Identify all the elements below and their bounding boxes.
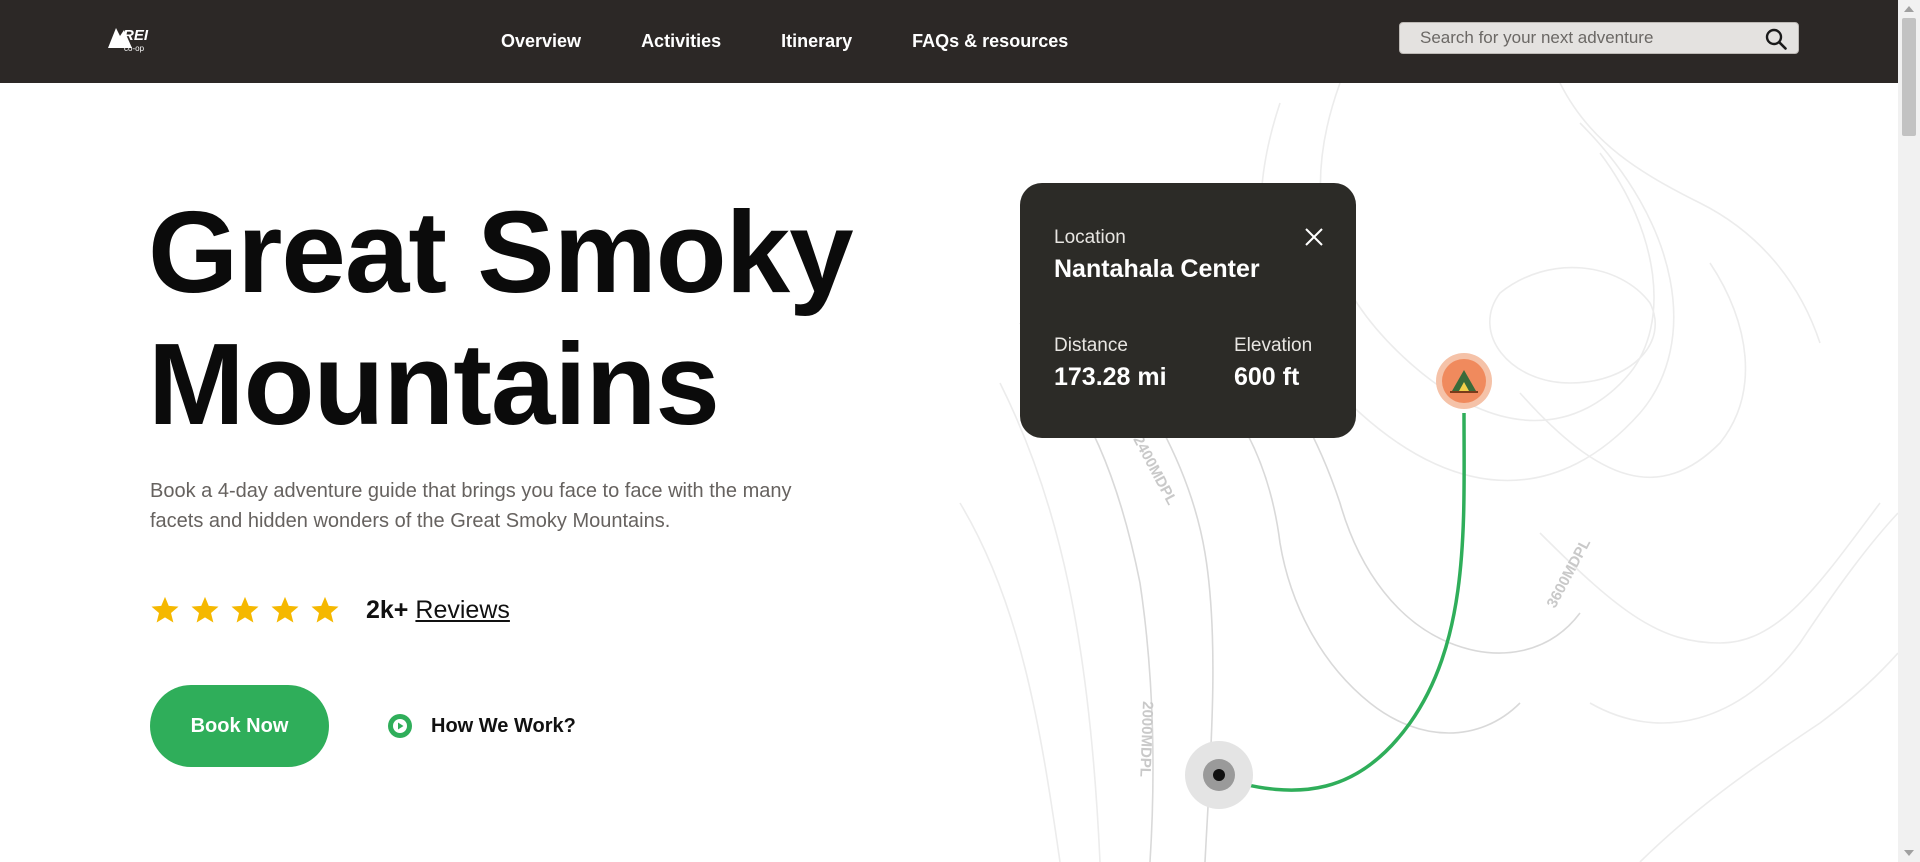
page-title-line-1: Great Smoky: [148, 187, 854, 317]
top-navigation-bar: REI co-op Overview Activities Itinerary …: [0, 0, 1898, 83]
star-icon: [191, 596, 219, 623]
star-icon: [231, 596, 259, 623]
nav-overview[interactable]: Overview: [501, 31, 581, 52]
svg-text:REI: REI: [123, 27, 149, 44]
rei-logo[interactable]: REI co-op: [106, 22, 158, 54]
scroll-down-arrow[interactable]: [1904, 850, 1914, 856]
reviews-count: 2k+: [366, 595, 409, 624]
page-scrollbar[interactable]: [1898, 0, 1920, 862]
page-title-line-2: Mountains: [148, 319, 720, 449]
play-icon: [388, 714, 412, 738]
nav-faqs-resources[interactable]: FAQs & resources: [912, 31, 1068, 52]
star-icon: [311, 596, 339, 623]
contour-label-2000: 2000MDPL: [1136, 701, 1156, 777]
contour-label-2400: 2400MDPL: [1129, 433, 1180, 508]
svg-text:co-op: co-op: [124, 44, 145, 53]
how-we-work-label: How We Work?: [431, 714, 576, 737]
reviews-summary: 2k+ Reviews: [366, 596, 510, 625]
elevation-value: 600 ft: [1234, 363, 1300, 391]
search-icon[interactable]: [1764, 27, 1788, 51]
contour-label-3600: 3600MDPL: [1544, 536, 1595, 611]
scroll-up-arrow[interactable]: [1904, 6, 1914, 12]
star-icon: [271, 596, 299, 623]
nav-activities[interactable]: Activities: [641, 31, 721, 52]
rating-row: 2k+ Reviews: [150, 590, 510, 630]
close-icon[interactable]: [1304, 227, 1324, 247]
page-title: Great Smoky Mountains: [148, 186, 908, 450]
how-we-work-link[interactable]: How We Work?: [387, 710, 576, 742]
search-input[interactable]: [1400, 23, 1740, 53]
location-value: Nantahala Center: [1054, 255, 1260, 283]
reviews-link[interactable]: Reviews: [415, 596, 509, 625]
hero-description: Book a 4-day adventure guide that brings…: [150, 480, 792, 532]
distance-value: 173.28 mi: [1054, 363, 1167, 391]
route-line: [1217, 412, 1466, 792]
star-icon: [151, 596, 179, 623]
location-info-card: Location Nantahala Center Distance 173.2…: [1020, 183, 1356, 438]
campsite-pin-icon[interactable]: [1436, 353, 1492, 409]
location-label: Location: [1054, 227, 1126, 248]
search-box: [1399, 22, 1799, 54]
book-now-button[interactable]: Book Now: [150, 685, 329, 767]
scroll-thumb[interactable]: [1902, 18, 1916, 136]
nav-itinerary[interactable]: Itinerary: [781, 31, 852, 52]
main-nav: Overview Activities Itinerary FAQs & res…: [501, 0, 1128, 83]
elevation-label: Elevation: [1234, 335, 1313, 356]
start-point-icon[interactable]: [1185, 741, 1253, 809]
distance-label: Distance: [1054, 335, 1128, 356]
